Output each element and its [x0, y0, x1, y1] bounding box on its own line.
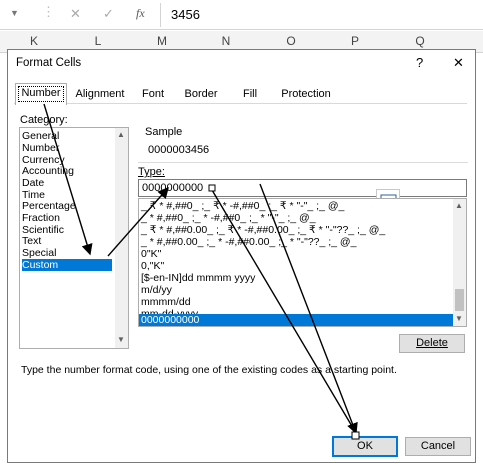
format-list-scrollbar[interactable]: ▲ ▼ — [453, 199, 466, 326]
sample-value: 0000003456 — [148, 144, 210, 156]
category-item-accounting[interactable]: Accounting — [22, 165, 74, 177]
category-item-percentage[interactable]: Percentage — [22, 200, 76, 212]
chevron-up-icon[interactable]: ▲ — [115, 129, 127, 141]
help-icon[interactable]: ? — [416, 55, 423, 70]
column-header-n[interactable]: N — [219, 34, 233, 48]
format-item[interactable]: _ ₹ * #,##0_ ;_ ₹ * -#,##0_ ;_ ₹ * "-"_ … — [141, 200, 344, 212]
format-item[interactable]: _ * #,##0_ ;_ * -#,##0_ ;_ * "-"_ ;_ @_ — [141, 212, 316, 224]
category-item-text[interactable]: Text — [22, 235, 41, 247]
type-input-value: 0000000000 — [142, 182, 204, 194]
chevron-up-icon[interactable]: ▲ — [453, 200, 465, 212]
sample-group-line — [138, 162, 468, 163]
enter-entry-icon[interactable]: ✓ — [103, 6, 114, 22]
type-input[interactable]: 0000000000 — [138, 179, 467, 197]
category-item-date[interactable]: Date — [22, 177, 44, 189]
category-scrollbar[interactable]: ▲ ▼ — [115, 128, 128, 348]
format-cells-dialog: Format Cells ? ✕ Number Alignment Font B… — [7, 49, 476, 463]
formula-bar: ▼ ⋮ ✕ ✓ fx 3456 — [0, 0, 483, 30]
column-header-q[interactable]: Q — [413, 34, 427, 48]
tab-strip-divider — [14, 103, 467, 104]
formula-value: 3456 — [171, 7, 200, 22]
column-header-o[interactable]: O — [284, 34, 298, 48]
column-header-p[interactable]: P — [348, 34, 362, 48]
cancel-entry-icon[interactable]: ✕ — [70, 6, 81, 22]
column-header-l[interactable]: L — [91, 34, 105, 48]
category-item-custom[interactable]: Custom — [22, 259, 112, 271]
chevron-down-icon[interactable]: ▼ — [453, 313, 465, 325]
format-item-selected[interactable]: 0000000000 — [139, 314, 455, 326]
dialog-title-bar[interactable]: Format Cells ? ✕ — [8, 50, 475, 76]
tab-alignment[interactable]: Alignment — [70, 85, 130, 103]
separator-dots: ⋮ — [42, 4, 55, 19]
insert-function-icon[interactable]: fx — [136, 6, 145, 21]
tab-protection[interactable]: Protection — [276, 85, 336, 103]
category-item-fraction[interactable]: Fraction — [22, 212, 60, 224]
delete-button[interactable]: Delete — [399, 334, 465, 353]
dialog-title: Format Cells — [16, 57, 82, 69]
format-item[interactable]: _ ₹ * #,##0.00_ ;_ ₹ * -#,##0.00_ ;_ ₹ *… — [141, 224, 385, 236]
category-item-general[interactable]: General — [22, 130, 59, 142]
ok-button[interactable]: OK — [332, 436, 398, 457]
format-item[interactable]: 0,"K" — [141, 260, 164, 272]
format-item[interactable]: _ * #,##0.00_ ;_ * -#,##0.00_ ;_ * "-"??… — [141, 236, 356, 248]
tab-fill[interactable]: Fill — [238, 85, 262, 103]
category-label: Category: — [20, 114, 68, 126]
category-item-special[interactable]: Special — [22, 247, 56, 259]
tab-font[interactable]: Font — [138, 85, 168, 103]
formula-input[interactable]: 3456 — [160, 3, 483, 27]
column-header-k[interactable]: K — [27, 34, 41, 48]
category-item-number[interactable]: Number — [22, 142, 59, 154]
tab-border[interactable]: Border — [180, 85, 222, 103]
format-code-list[interactable]: _ ₹ * #,##0_ ;_ ₹ * -#,##0_ ;_ ₹ * "-"_ … — [138, 198, 467, 327]
format-item[interactable]: [$-en-IN]dd mmmm yyyy — [141, 272, 255, 284]
format-item[interactable]: m/d/yy — [141, 284, 172, 296]
tab-number[interactable]: Number — [15, 83, 67, 105]
format-item[interactable]: mmmm/dd — [141, 296, 191, 308]
chevron-down-icon[interactable]: ▼ — [10, 8, 19, 18]
format-description: Type the number format code, using one o… — [21, 364, 397, 376]
column-header-m[interactable]: M — [155, 34, 169, 48]
close-icon[interactable]: ✕ — [453, 55, 464, 71]
cancel-button[interactable]: Cancel — [405, 437, 471, 456]
sample-label: Sample — [145, 126, 183, 138]
category-list[interactable]: General Number Currency Accounting Date … — [19, 127, 129, 349]
type-label: Type: — [138, 166, 165, 178]
scrollbar-thumb[interactable] — [455, 289, 464, 311]
format-item[interactable]: 0"K" — [141, 248, 161, 260]
chevron-down-icon[interactable]: ▼ — [115, 334, 127, 346]
